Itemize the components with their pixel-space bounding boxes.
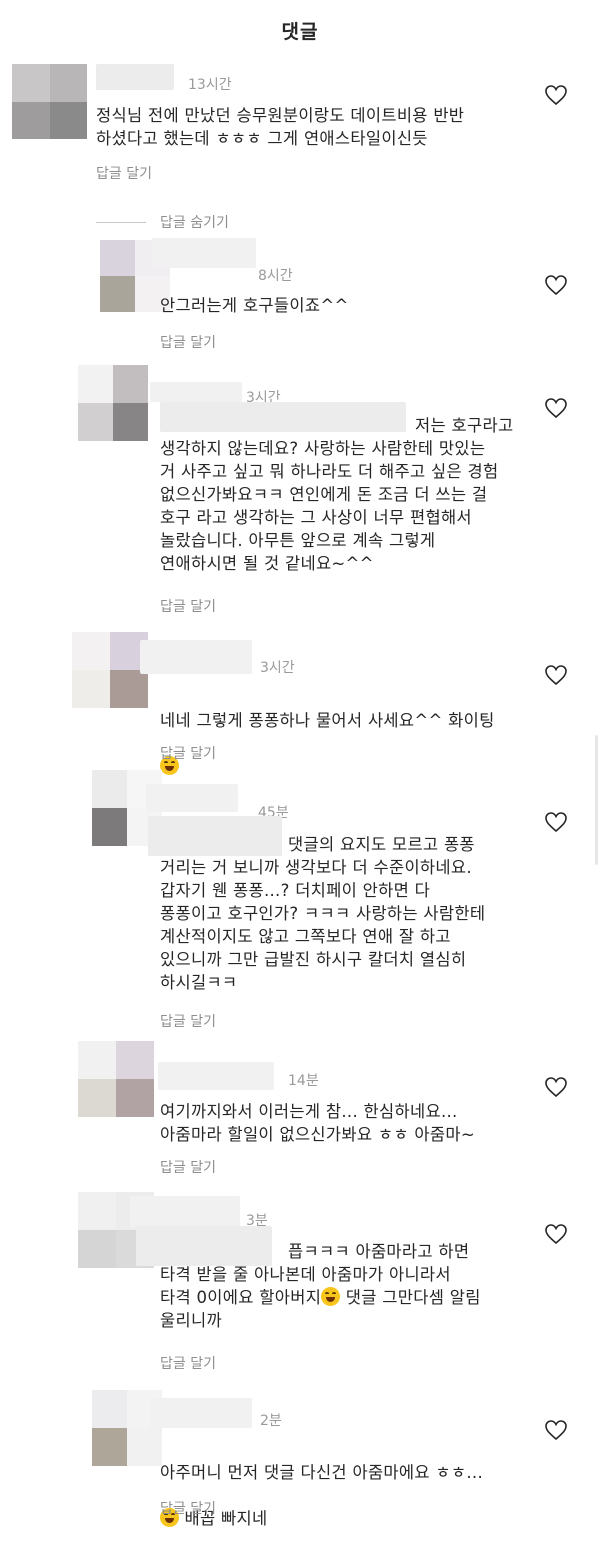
- reply-button[interactable]: 답글 달기: [160, 1498, 216, 1518]
- scrollbar[interactable]: [595, 735, 598, 865]
- username-redacted[interactable]: [150, 1398, 252, 1428]
- comment-timestamp: 2분: [260, 1413, 282, 1429]
- heart-icon[interactable]: [544, 1419, 568, 1441]
- comment-text-body: 아주머니 먼저 댓글 다신건 아줌마에요 ㅎㅎ...: [160, 1463, 483, 1482]
- comment: 2분 아주머니 먼저 댓글 다신건 아줌마에요 ㅎㅎ... 배꼽 빠지네 답글 …: [0, 0, 600, 1545]
